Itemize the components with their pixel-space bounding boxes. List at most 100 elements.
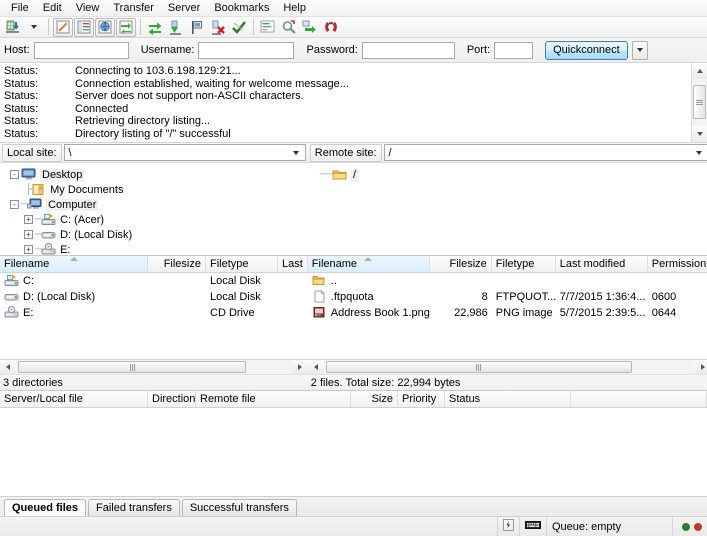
quickconnect-button[interactable]: Quickconnect [545,40,628,60]
table-row[interactable]: D: (Local Disk) Local Disk [0,289,308,305]
column-header-filesize[interactable]: Filesize [430,256,492,272]
column-label: Server/Local file [4,393,83,405]
table-row[interactable]: .. [308,273,707,289]
menu-item-view[interactable]: View [69,0,107,16]
table-row[interactable]: E: CD Drive [0,305,308,321]
menu-item-edit[interactable]: Edit [36,0,69,16]
scroll-left-icon[interactable] [0,360,16,374]
tree-item-drive-c[interactable]: + ─ C: (Acer) [4,212,308,227]
tree-expander[interactable]: + [24,215,33,224]
chevron-down-icon[interactable] [289,145,303,160]
local-directory-tree[interactable]: - Desktop ├ My Documents - ─ Computer + … [0,163,308,256]
scroll-up-icon[interactable] [692,63,707,79]
site-manager-icon[interactable] [3,18,23,37]
remote-horizontal-scrollbar[interactable] [307,359,707,374]
tree-item-drive-e[interactable]: + ─ E: [4,242,308,255]
column-header-last-modified[interactable]: Last modified [556,256,648,272]
password-input[interactable] [361,41,455,59]
tree-expander[interactable]: - [10,200,19,209]
process-queue-icon[interactable] [166,18,186,37]
column-header-filetype[interactable]: Filetype [492,256,556,272]
scroll-down-icon[interactable] [692,126,707,142]
security-status[interactable] [498,517,520,536]
refresh-icon[interactable] [145,18,165,37]
local-file-list[interactable]: C: Local Disk D: (Local Disk) Local Disk… [0,273,308,359]
column-header-size[interactable]: Size [351,391,398,407]
filter-icon[interactable] [258,18,278,37]
toggle-message-log-icon[interactable] [53,17,73,37]
host-input[interactable] [33,41,129,59]
column-header-filename[interactable]: Filename [0,256,148,272]
tree-expander[interactable]: + [24,230,33,239]
disconnect-icon[interactable] [229,18,249,37]
menu-item-help[interactable]: Help [276,0,313,16]
scroll-thumb[interactable] [18,361,246,373]
tab-queued-files[interactable]: Queued files [4,499,87,516]
column-label: Status [449,393,481,405]
tree-item-root[interactable]: ── / [312,167,707,182]
scroll-track[interactable] [323,360,696,374]
column-header-status[interactable]: Status [445,391,571,407]
username-input[interactable] [198,41,295,59]
tab-failed-transfers[interactable]: Failed transfers [88,499,180,516]
synchronized-browsing-icon[interactable] [300,18,320,37]
queue-list[interactable] [0,408,707,496]
not-secure-icon [503,519,514,534]
column-header-filetype[interactable]: Filetype [206,256,278,272]
scroll-right-icon[interactable] [695,360,707,374]
log-row: Status: Connecting to 103.6.198.129:21..… [0,65,691,78]
table-row[interactable]: .ftpquota 8 FTPQUOT... 7/7/2015 1:36:4..… [308,289,707,305]
message-log-scrollbar[interactable] [691,63,707,142]
scroll-right-icon[interactable] [291,360,308,374]
toggle-remote-tree-icon[interactable] [95,17,115,37]
find-files-icon[interactable] [321,18,341,37]
compare-directories-icon[interactable] [279,18,299,37]
remote-site-combo[interactable]: / [383,144,707,161]
scroll-track[interactable] [692,79,707,126]
column-header-last-modified[interactable]: Last [278,256,308,272]
scroll-thumb[interactable] [325,361,632,373]
toggle-bookmark-icon[interactable] [187,18,207,37]
local-site-combo[interactable]: \ [63,144,306,161]
download-indicator [682,522,690,531]
site-manager-dropdown-icon[interactable] [24,18,44,37]
tree-item-desktop[interactable]: - Desktop [4,167,308,182]
tab-successful-transfers[interactable]: Successful transfers [181,499,297,516]
host-label: Host: [4,44,30,56]
scroll-thumb[interactable] [693,85,706,119]
scroll-left-icon[interactable] [307,360,324,374]
encryption-status[interactable] [520,517,547,536]
scroll-track[interactable] [16,360,292,374]
column-header-filename[interactable]: Filename [307,256,430,272]
column-header-priority[interactable]: Priority [398,391,445,407]
column-header-direction[interactable]: Direction [148,391,196,407]
toggle-local-tree-icon[interactable] [74,17,94,37]
column-label: Direction [152,393,196,405]
column-header-server-local-file[interactable]: Server/Local file [0,391,148,407]
table-row[interactable]: C: Local Disk [0,273,308,289]
quickconnect-dropdown-icon[interactable] [631,40,648,60]
column-header-permission[interactable]: Permission [648,256,707,272]
tree-expander[interactable]: - [10,170,19,179]
tree-expander[interactable]: + [24,245,33,254]
remote-file-list[interactable]: .. .ftpquota 8 FTPQUOT... 7/7/2015 1:36:… [307,273,707,359]
chevron-down-icon[interactable] [692,145,706,160]
menu-item-transfer[interactable]: Transfer [106,0,161,16]
toggle-transfer-queue-icon[interactable] [116,17,136,37]
menu-item-file[interactable]: File [4,0,36,16]
port-input[interactable] [494,41,534,59]
remote-directory-tree[interactable]: ── / [307,163,707,256]
filename-text: .ftpquota [330,291,374,303]
column-header-remote-file[interactable]: Remote file [196,391,351,407]
tree-item-my-documents[interactable]: ├ My Documents [4,182,308,197]
menu-item-bookmarks[interactable]: Bookmarks [207,0,276,16]
tree-item-computer[interactable]: - ─ Computer [4,197,308,212]
cancel-operation-icon[interactable] [208,18,228,37]
computer-icon [27,198,43,212]
message-log[interactable]: Status: Connecting to 103.6.198.129:21..… [0,63,691,142]
column-header-filesize[interactable]: Filesize [148,256,206,272]
tree-item-drive-d[interactable]: + ─ D: (Local Disk) [4,227,308,242]
local-horizontal-scrollbar[interactable] [0,359,308,374]
table-row[interactable]: Address Book 1.png 22,986 PNG image 5/7/… [308,305,707,321]
menu-item-server[interactable]: Server [161,0,207,16]
